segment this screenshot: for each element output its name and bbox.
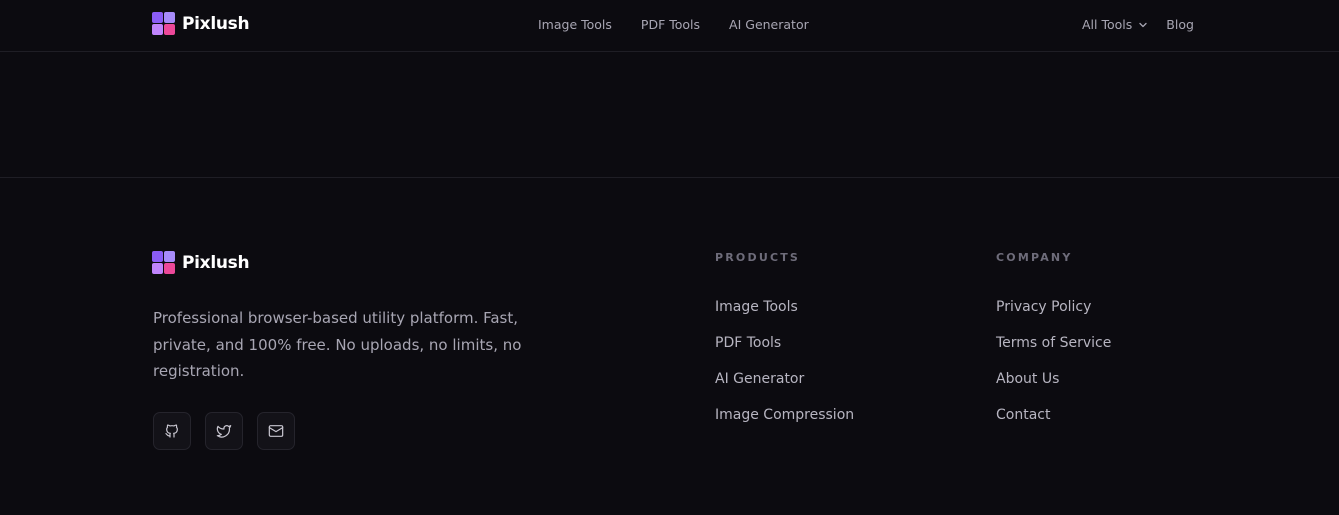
- brand-logo[interactable]: Pixlush: [151, 11, 250, 36]
- company-column: COMPANY Privacy Policy Terms of Service …: [996, 251, 1111, 440]
- list-item: About Us: [996, 368, 1111, 404]
- footer-link-pdf-tools[interactable]: PDF Tools: [715, 335, 781, 351]
- footer-link-about-us[interactable]: About Us: [996, 371, 1059, 387]
- footer-brand-name: Pixlush: [182, 252, 250, 273]
- nav-blog[interactable]: Blog: [1166, 17, 1194, 32]
- list-item: Contact: [996, 404, 1111, 440]
- products-list: Image Tools PDF Tools AI Generator Image…: [715, 296, 854, 440]
- nav-right: All Tools Blog: [1082, 17, 1194, 32]
- footer-link-terms-of-service[interactable]: Terms of Service: [996, 335, 1111, 351]
- twitter-button[interactable]: [205, 412, 243, 450]
- email-button[interactable]: [257, 412, 295, 450]
- products-column: PRODUCTS Image Tools PDF Tools AI Genera…: [715, 251, 854, 440]
- brand-name: Pixlush: [182, 13, 250, 34]
- all-tools-dropdown[interactable]: All Tools: [1082, 17, 1166, 32]
- mail-icon: [268, 425, 284, 437]
- company-list: Privacy Policy Terms of Service About Us…: [996, 296, 1111, 440]
- footer-link-contact[interactable]: Contact: [996, 407, 1050, 423]
- github-button[interactable]: [153, 412, 191, 450]
- section-divider: [0, 177, 1339, 178]
- list-item: AI Generator: [715, 368, 854, 404]
- social-links: [153, 412, 309, 450]
- products-heading: PRODUCTS: [715, 251, 801, 264]
- list-item: Image Tools: [715, 296, 854, 332]
- nav-pdf-tools[interactable]: PDF Tools: [641, 17, 700, 32]
- footer-link-privacy-policy[interactable]: Privacy Policy: [996, 299, 1091, 315]
- footer-tagline: Professional browser-based utility platf…: [153, 309, 522, 380]
- list-item: Privacy Policy: [996, 296, 1111, 332]
- all-tools-label: All Tools: [1082, 17, 1133, 32]
- company-heading: COMPANY: [996, 251, 1073, 264]
- top-navbar: Pixlush Image Tools PDF Tools AI Generat…: [0, 0, 1339, 52]
- chevron-down-icon: [1139, 22, 1147, 27]
- nav-ai-generator[interactable]: AI Generator: [729, 17, 809, 32]
- logo-icon: [151, 250, 176, 275]
- list-item: Image Compression: [715, 404, 854, 440]
- nav-image-tools[interactable]: Image Tools: [538, 17, 612, 32]
- twitter-icon: [216, 425, 232, 438]
- footer-link-image-tools[interactable]: Image Tools: [715, 299, 798, 315]
- footer-brand-logo[interactable]: Pixlush: [151, 250, 250, 275]
- main-nav: Image Tools PDF Tools AI Generator: [538, 17, 838, 32]
- logo-icon: [151, 11, 176, 36]
- github-icon: [165, 424, 178, 438]
- list-item: PDF Tools: [715, 332, 854, 368]
- footer-link-ai-generator[interactable]: AI Generator: [715, 371, 804, 387]
- list-item: Terms of Service: [996, 332, 1111, 368]
- footer-link-image-compression[interactable]: Image Compression: [715, 407, 854, 423]
